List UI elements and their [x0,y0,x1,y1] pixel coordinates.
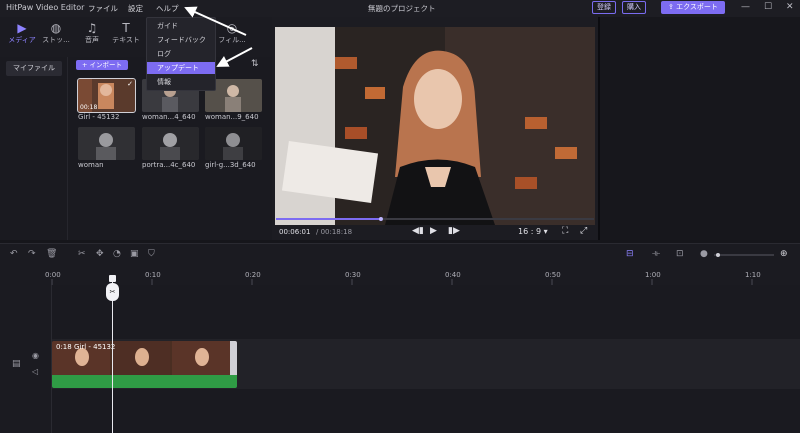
media-name: woman...9_640 [205,113,259,121]
aspect-ratio-value: 16 : 9 [518,227,542,236]
total-time: / 00:18:18 [316,228,353,236]
preview-panel: 00:06:01 / 00:18:18 ◀▮ ▶ ▮▶ 16 : 9 ▾ ⛶ ⤢ [272,17,598,240]
media-thumbnail[interactable] [78,127,135,160]
undo-icon[interactable]: ↶ [10,249,18,259]
split-icon[interactable]: ✂ [78,249,86,259]
thumbnail-image [142,127,199,160]
playhead-line [112,278,113,433]
volume-icon[interactable]: ◁ [32,367,38,376]
magnet-icon[interactable]: ⊟ [626,249,634,259]
timeline-tracks: ▤ ◉ ◁ 0:18 Girl - 45132 [0,285,800,433]
marker-icon[interactable]: ⛉ [148,249,155,259]
ruler-label: 0:00 [45,271,61,279]
timeline-ruler[interactable]: 0:00 0:10 0:20 0:30 0:40 0:50 1:00 1:10 [0,265,800,285]
freeze-icon[interactable]: ✥ [96,249,104,259]
media-name: portra...4c_640 [142,161,196,169]
progress-knob [378,217,383,221]
media-name: girl-g...3d_640 [205,161,256,169]
arrow-to-help-menu [184,6,247,36]
crop-icon[interactable]: ⛶ [562,226,568,236]
playhead-scissors-icon[interactable]: ✂ [106,283,119,301]
timeline-toolbar: ↶ ↷ 🗑 ✂ ✥ ◔ ▣ ⛉ ⊟ ⟛ ⊡ ● ⊕ [0,243,800,265]
current-time: 00:06:01 [279,228,311,236]
film-icon: ▤ [12,359,21,369]
ruler-label: 1:10 [745,271,761,279]
track-header: ▤ ◉ ◁ [0,285,52,433]
aspect-ratio-select[interactable]: 16 : 9 ▾ [518,227,548,236]
progress-bar[interactable] [272,217,598,221]
media-name: Girl - 45132 [78,113,120,121]
media-name: woman [78,161,104,169]
media-name: woman...4_640 [142,113,196,121]
zoom-out-icon[interactable]: ● [700,249,708,259]
ruler-label: 0:10 [145,271,161,279]
media-thumbnail[interactable] [205,127,262,160]
empty-track[interactable] [52,391,800,433]
next-frame-icon[interactable]: ▮▶ [448,226,460,236]
video-clip[interactable]: 0:18 Girl - 45132 [52,341,237,388]
progress-fill [276,218,381,220]
zoom-slider[interactable] [714,253,774,257]
clip-label: 0:18 Girl - 45132 [56,343,116,351]
previous-frame-icon[interactable]: ◀▮ [412,226,424,236]
arrow-to-update-item [216,47,253,67]
play-icon[interactable]: ▶ [430,226,437,236]
ruler-label: 0:30 [345,271,361,279]
speed-icon[interactable]: ◔ [113,249,121,259]
thumbnail-image [78,127,135,160]
video-frame [275,27,595,225]
zoom-in-icon[interactable]: ⊕ [780,249,788,259]
eye-icon[interactable]: ◉ [32,351,39,360]
redo-icon[interactable]: ↷ [28,249,36,259]
playhead-top[interactable] [109,275,116,282]
ruler-ticks [51,279,753,285]
duration-badge: 00:18 [80,104,98,111]
chevron-down-icon: ▾ [543,227,548,236]
ruler-label: 0:40 [445,271,461,279]
playback-controls: 00:06:01 / 00:18:18 ◀▮ ▶ ▮▶ 16 : 9 ▾ ⛶ ⤢ [272,223,598,240]
fullscreen-icon[interactable]: ⤢ [580,226,587,236]
crop-clip-icon[interactable]: ▣ [130,249,139,259]
ruler-label: 0:50 [545,271,561,279]
media-thumbnail[interactable] [142,127,199,160]
empty-track[interactable] [52,285,800,337]
ruler-label: 1:00 [645,271,661,279]
video-preview [275,27,595,225]
delete-icon[interactable]: 🗑 [46,249,57,259]
snap-icon[interactable]: ⟛ [652,249,660,259]
ruler-label: 0:20 [245,271,261,279]
thumbnail-image [205,127,262,160]
fit-icon[interactable]: ⊡ [676,249,684,259]
properties-panel [598,17,800,240]
